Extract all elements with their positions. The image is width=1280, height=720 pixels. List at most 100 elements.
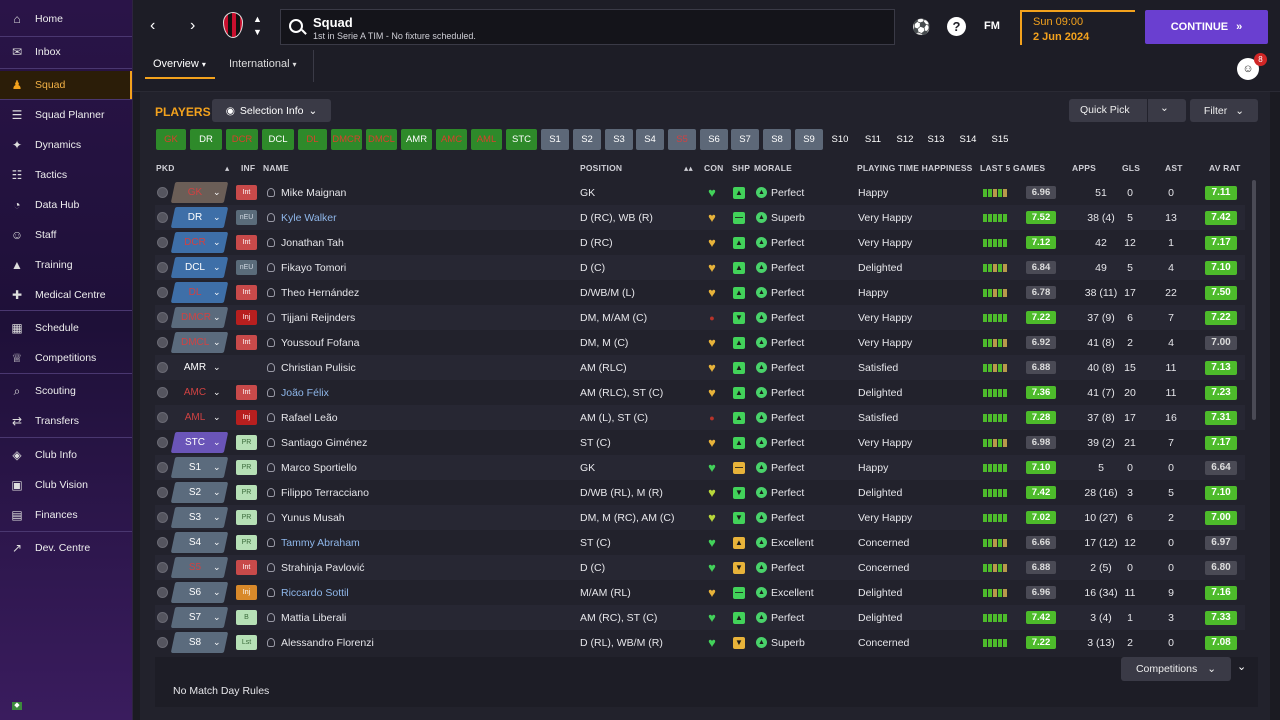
player-name[interactable]: Jonathan Tah <box>281 230 344 255</box>
position-selector[interactable]: DMCL ⌄ <box>170 332 229 353</box>
help-icon[interactable]: ? <box>947 17 966 36</box>
table-row[interactable]: AMC ⌄ Int João Félix AM (RLC), ST (C) ♥ ▲ ▲ Perf… <box>155 380 1245 405</box>
sidebar-item-finances[interactable]: ▤ Finances <box>0 501 132 529</box>
column-header-shp[interactable]: SHP <box>732 163 750 173</box>
position-chip-aml[interactable]: AML <box>471 129 502 150</box>
tab-international[interactable]: International ▾ <box>229 58 297 70</box>
select-tick-icon[interactable] <box>157 537 168 548</box>
position-chip-s13[interactable]: S13 <box>923 129 949 150</box>
position-chip-gk[interactable]: GK <box>156 129 186 150</box>
player-name[interactable]: Yunus Musah <box>281 505 345 530</box>
player-name[interactable]: Marco Sportiello <box>281 455 357 480</box>
table-row[interactable]: AML ⌄ Inj Rafael Leão AM (L), ST (C) ● ▲ ▲ Perfe… <box>155 405 1245 430</box>
select-tick-icon[interactable] <box>157 412 168 423</box>
position-selector[interactable]: DCR ⌄ <box>170 232 229 253</box>
position-chip-s1[interactable]: S1 <box>541 129 569 150</box>
select-tick-icon[interactable] <box>157 362 168 373</box>
column-header-pth[interactable]: PLAYING TIME HAPPINESS <box>857 163 973 173</box>
position-selector[interactable]: S8 ⌄ <box>170 632 229 653</box>
position-selector[interactable]: S1 ⌄ <box>170 457 229 478</box>
club-switch-down-icon[interactable]: ▼ <box>253 27 262 37</box>
select-tick-icon[interactable] <box>157 287 168 298</box>
table-row[interactable]: DMCL ⌄ Int Youssouf Fofana DM, M (C) ♥ ▲ ▲ Perfe… <box>155 330 1245 355</box>
table-row[interactable]: S8 ⌄ Lst Alessandro Florenzi D (RL), WB/M (R… <box>155 630 1245 655</box>
sidebar-item-dynamics[interactable]: ✦ Dynamics <box>0 131 132 159</box>
back-arrow-icon[interactable]: ‹ <box>150 17 155 35</box>
expand-chevron-icon[interactable]: ⌄ <box>1237 660 1246 673</box>
table-row[interactable]: S7 ⌄ B Mattia Liberali AM (RC), ST (C) ♥ ▲ ▲ Per… <box>155 605 1245 630</box>
position-chip-s4[interactable]: S4 <box>636 129 664 150</box>
fm-menu-button[interactable]: FM <box>984 20 1000 32</box>
select-tick-icon[interactable] <box>157 212 168 223</box>
table-row[interactable]: DL ⌄ Int Theo Hernández D/WB/M (L) ♥ ▲ ▲ Perfect… <box>155 280 1245 305</box>
position-chip-s5[interactable]: S5 <box>668 129 696 150</box>
table-row[interactable]: GK ⌄ Int Mike Maignan GK ♥ ▲ ▲ Perfect Happy 6.96 5… <box>155 180 1245 205</box>
player-name[interactable]: Theo Hernández <box>281 280 359 305</box>
position-selector[interactable]: S7 ⌄ <box>170 607 229 628</box>
position-chip-amr[interactable]: AMR <box>401 129 432 150</box>
competitions-button[interactable]: Competitions ⌄ <box>1121 657 1231 681</box>
position-chip-s10[interactable]: S10 <box>827 129 853 150</box>
table-row[interactable]: AMR ⌄ Christian Pulisic AM (RLC) ♥ ▲ ▲ Perfect S… <box>155 355 1245 380</box>
position-selector[interactable]: S2 ⌄ <box>170 482 229 503</box>
position-chip-s11[interactable]: S11 <box>860 129 886 150</box>
position-chip-s2[interactable]: S2 <box>573 129 601 150</box>
sidebar-item-training[interactable]: ▲ Training <box>0 251 132 279</box>
chevron-down-icon[interactable]: ⌄ <box>1160 102 1169 114</box>
selection-info-button[interactable]: ◉ Selection Info ⌄ <box>212 99 331 122</box>
position-chip-dr[interactable]: DR <box>190 129 222 150</box>
select-tick-icon[interactable] <box>157 187 168 198</box>
position-chip-s14[interactable]: S14 <box>955 129 981 150</box>
sidebar-item-transfers[interactable]: ⇄ Transfers <box>0 407 132 435</box>
position-chip-stc[interactable]: STC <box>506 129 537 150</box>
sidebar-item-staff[interactable]: ☺ Staff <box>0 221 132 249</box>
player-name[interactable]: Alessandro Florenzi <box>281 630 374 655</box>
player-name[interactable]: Mattia Liberali <box>281 605 346 630</box>
sidebar-item-club-vision[interactable]: ▣ Club Vision <box>0 471 132 499</box>
position-selector[interactable]: S4 ⌄ <box>170 532 229 553</box>
column-header-gls[interactable]: GLS <box>1122 163 1140 173</box>
position-chip-s7[interactable]: S7 <box>731 129 759 150</box>
table-row[interactable]: DCR ⌄ Int Jonathan Tah D (RC) ♥ ▲ ▲ Perfect Very … <box>155 230 1245 255</box>
player-name[interactable]: Mike Maignan <box>281 180 346 205</box>
position-chip-dl[interactable]: DL <box>298 129 327 150</box>
column-header-con[interactable]: CON <box>704 163 724 173</box>
sidebar-item-schedule[interactable]: ▦ Schedule <box>0 314 132 342</box>
position-selector[interactable]: GK ⌄ <box>170 182 229 203</box>
select-tick-icon[interactable] <box>157 637 168 648</box>
select-tick-icon[interactable] <box>157 462 168 473</box>
player-name[interactable]: Santiago Giménez <box>281 430 367 455</box>
position-chip-s12[interactable]: S12 <box>892 129 918 150</box>
sort-desc-icon[interactable]: ▴▴ <box>684 163 693 174</box>
column-header-morale[interactable]: MORALE <box>754 163 792 173</box>
club-switch-up-icon[interactable]: ▲ <box>253 14 262 24</box>
position-selector[interactable]: DL ⌄ <box>170 282 229 303</box>
table-row[interactable]: S2 ⌄ PR Filippo Terracciano D/WB (RL), M (R)… <box>155 480 1245 505</box>
sidebar-item-squad-planner[interactable]: ☰ Squad Planner <box>0 101 132 129</box>
select-tick-icon[interactable] <box>157 487 168 498</box>
select-tick-icon[interactable] <box>157 337 168 348</box>
player-name[interactable]: Youssouf Fofana <box>281 330 359 355</box>
player-name[interactable]: Filippo Terracciano <box>281 480 369 505</box>
sidebar-item-club-info[interactable]: ◈ Club Info <box>0 441 132 469</box>
sidebar-item-scouting[interactable]: ⌕ Scouting <box>0 377 132 405</box>
select-tick-icon[interactable] <box>157 312 168 323</box>
filter-button[interactable]: Filter ⌄ <box>1190 99 1258 122</box>
position-chip-s8[interactable]: S8 <box>763 129 791 150</box>
column-header-avrat[interactable]: AV RAT <box>1209 163 1241 173</box>
position-chip-s15[interactable]: S15 <box>987 129 1013 150</box>
table-row[interactable]: STC ⌄ PR Santiago Giménez ST (C) ♥ ▲ ▲ Perfect Ve… <box>155 430 1245 455</box>
continue-button[interactable]: CONTINUE » <box>1145 10 1268 44</box>
position-selector[interactable]: DCL ⌄ <box>170 257 229 278</box>
column-header-position[interactable]: POSITION <box>580 163 622 173</box>
sort-asc-icon[interactable]: ▴ <box>225 163 229 174</box>
position-chip-dcr[interactable]: DCR <box>226 129 258 150</box>
sidebar-item-dev-centre[interactable]: ↗ Dev. Centre <box>0 534 132 562</box>
position-selector[interactable]: AMR ⌄ <box>171 357 228 378</box>
table-row[interactable]: DCL ⌄ nEU Fikayo Tomori D (C) ♥ ▲ ▲ Perfect Delig… <box>155 255 1245 280</box>
sidebar-item-data-hub[interactable]: ◔ Data Hub <box>0 191 132 219</box>
table-row[interactable]: S6 ⌄ Inj Riccardo Sottil M/AM (RL) ♥ — ▲ Excelle… <box>155 580 1245 605</box>
position-chip-s3[interactable]: S3 <box>605 129 633 150</box>
select-tick-icon[interactable] <box>157 437 168 448</box>
position-chip-dcl[interactable]: DCL <box>262 129 294 150</box>
